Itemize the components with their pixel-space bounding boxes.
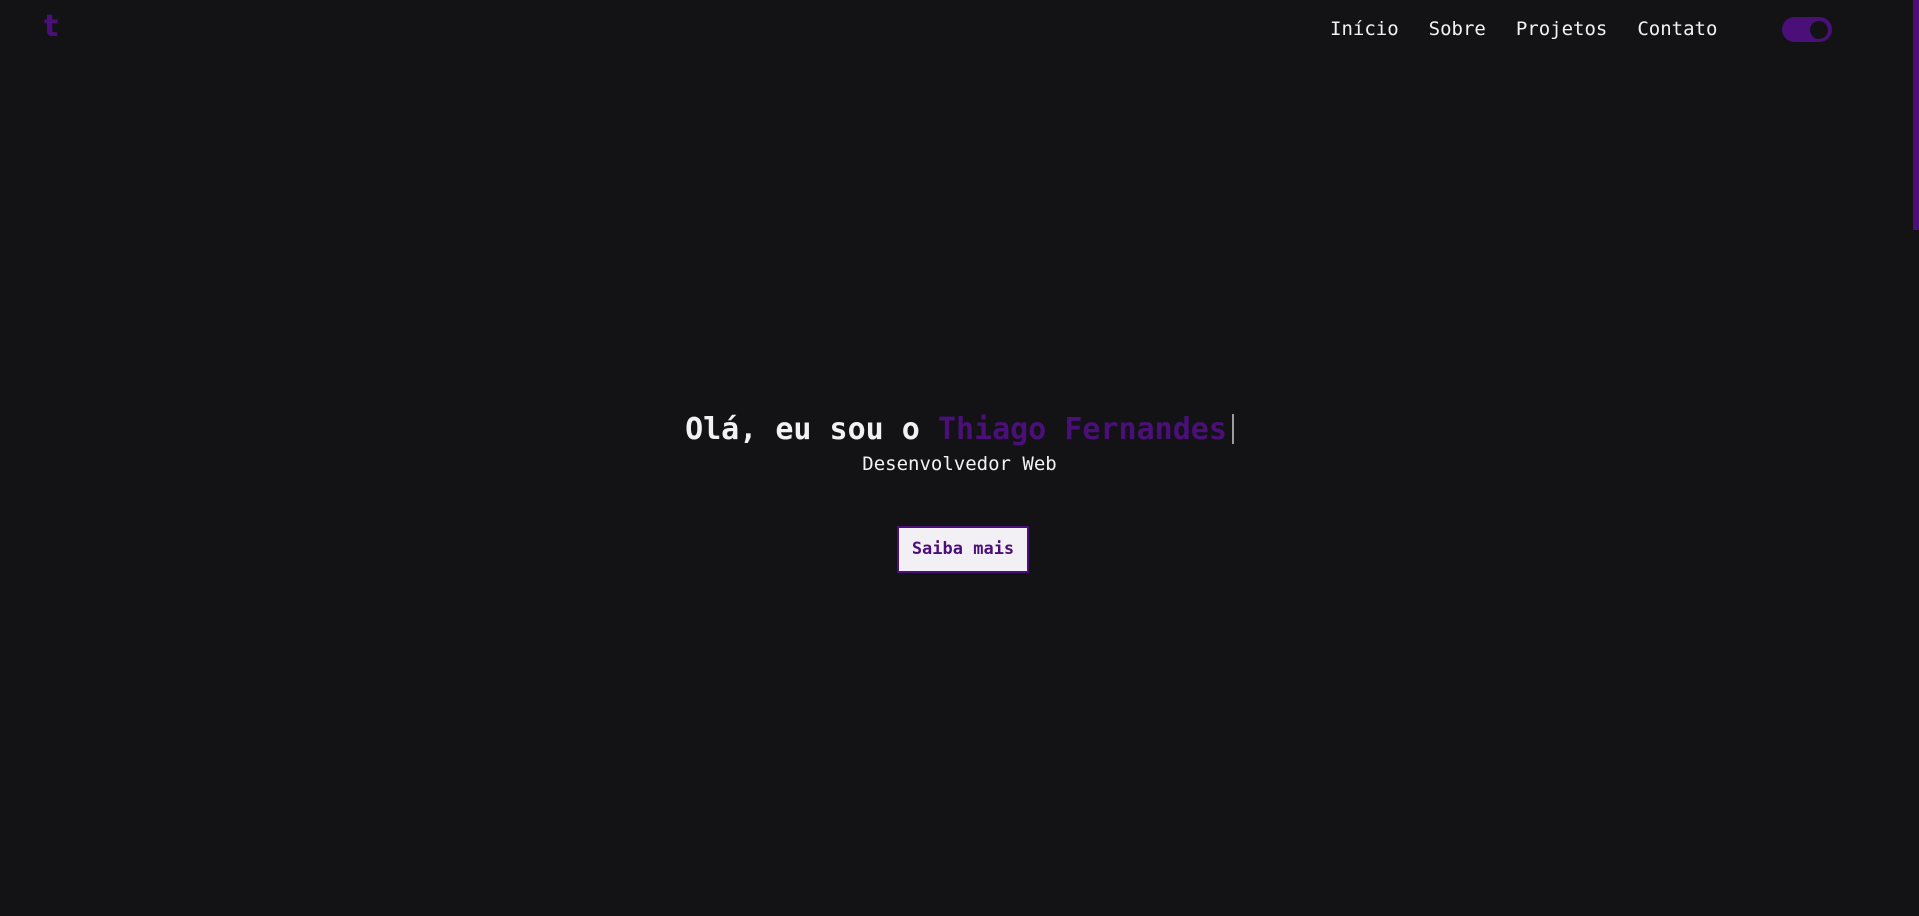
typing-caret-icon: [1231, 414, 1234, 444]
hero-section: Olá, eu sou o Thiago Fernandes Desenvolv…: [0, 408, 1919, 476]
main-nav: Início Sobre Projetos Contato: [1330, 14, 1717, 44]
nav-item-inicio[interactable]: Início: [1330, 14, 1399, 44]
nav-item-sobre[interactable]: Sobre: [1429, 14, 1486, 44]
nav-item-projetos[interactable]: Projetos: [1516, 14, 1608, 44]
theme-toggle[interactable]: [1782, 17, 1832, 42]
hero-greeting: Olá, eu sou o: [685, 412, 938, 447]
hero-title: Olá, eu sou o Thiago Fernandes: [0, 408, 1919, 452]
hero-subtitle: Desenvolvedor Web: [862, 453, 1057, 475]
scrollbar-thumb[interactable]: [1913, 0, 1919, 230]
site-logo[interactable]: t: [44, 8, 58, 46]
nav-item-contato[interactable]: Contato: [1637, 14, 1717, 44]
saiba-mais-button[interactable]: Saiba mais: [897, 526, 1029, 573]
hero-name: Thiago Fernandes: [937, 412, 1227, 447]
page: t Início Sobre Projetos Contato Olá, eu …: [0, 0, 1919, 916]
site-header: t Início Sobre Projetos Contato: [0, 0, 1919, 58]
toggle-knob-icon: [1810, 21, 1828, 39]
